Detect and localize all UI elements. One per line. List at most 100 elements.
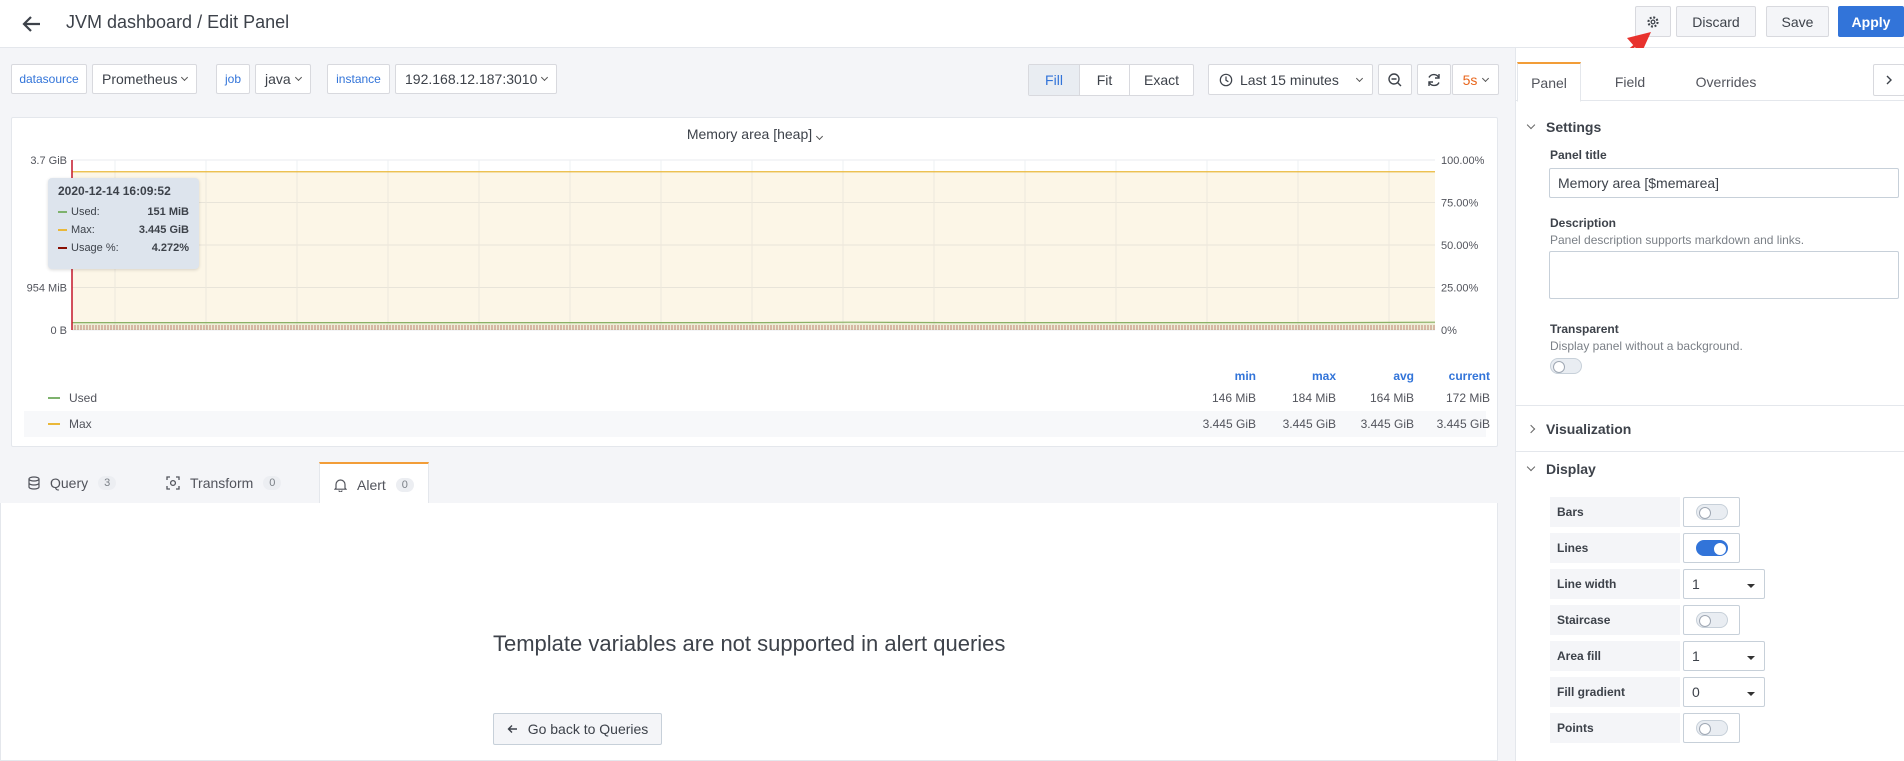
arrow-left-icon xyxy=(22,16,40,32)
fit-exact-button[interactable]: Exact xyxy=(1129,65,1193,95)
panel-title[interactable]: Memory area [heap] xyxy=(12,122,1497,146)
points-label: Points xyxy=(1550,713,1680,743)
arrow-left-icon xyxy=(507,725,517,733)
tooltip-series-name: Usage %: xyxy=(71,242,119,254)
visualization-heading: Visualization xyxy=(1546,421,1632,437)
tab-field[interactable]: Field xyxy=(1594,62,1666,101)
legend-value: 3.445 GiB xyxy=(1436,417,1490,431)
tab-overrides[interactable]: Overrides xyxy=(1676,62,1776,101)
refresh-button[interactable] xyxy=(1417,64,1451,95)
page-title: JVM dashboard / Edit Panel xyxy=(66,12,290,32)
editor-tabs: Query 3 Transform 0 Alert 0 xyxy=(0,462,1498,505)
y-axis-tick-label: 954 MiB xyxy=(27,283,67,295)
tab-panel[interactable]: Panel xyxy=(1517,62,1581,102)
legend-header-max[interactable]: max xyxy=(1266,369,1336,383)
refresh-interval-select[interactable]: 5s xyxy=(1452,64,1499,95)
chevron-down-icon xyxy=(181,73,189,82)
legend-header-avg[interactable]: avg xyxy=(1344,369,1414,383)
transparent-label: Transparent xyxy=(1550,322,1619,336)
bars-toggle[interactable] xyxy=(1696,504,1728,520)
fit-mode-group: Fill Fit Exact xyxy=(1028,64,1194,96)
memory-chart[interactable]: 0 B0%954 MiB25.00%1.950.00%2.875.00%3.7 … xyxy=(12,148,1499,338)
y-axis-right-tick-label: 100.00% xyxy=(1441,155,1485,167)
visualization-section-header[interactable]: Visualization xyxy=(1526,421,1632,437)
legend-value: 184 MiB xyxy=(1291,391,1336,405)
chevron-down-icon xyxy=(294,73,302,82)
staircase-toggle[interactable] xyxy=(1696,612,1728,628)
legend-header-current[interactable]: current xyxy=(1426,369,1490,383)
tab-query[interactable]: Query 3 xyxy=(14,462,130,504)
fit-fit-button[interactable]: Fit xyxy=(1079,65,1129,95)
area-fill-label: Area fill xyxy=(1550,641,1680,671)
staircase-label: Staircase xyxy=(1550,605,1680,635)
tooltip-series-name: Max: xyxy=(71,224,95,236)
transparent-toggle[interactable] xyxy=(1550,358,1582,374)
area-fill-select[interactable]: 1 xyxy=(1683,641,1765,671)
save-button[interactable]: Save xyxy=(1766,6,1829,37)
zoom-out-button[interactable] xyxy=(1378,64,1412,95)
tooltip-time: 2020-12-14 16:09:52 xyxy=(58,184,171,198)
points-toggle[interactable] xyxy=(1696,720,1728,736)
legend-value: 164 MiB xyxy=(1369,391,1414,405)
go-back-label: Go back to Queries xyxy=(527,721,649,737)
y-axis-right-tick-label: 0% xyxy=(1441,325,1457,337)
fit-fill-button[interactable]: Fill xyxy=(1029,65,1079,95)
alert-editor: Template variables are not supported in … xyxy=(0,503,1498,761)
legend-swatch xyxy=(58,247,67,250)
back-button[interactable] xyxy=(16,8,48,40)
y-axis-right-tick-label: 75.00% xyxy=(1441,198,1479,210)
caret-down-icon xyxy=(1747,692,1755,696)
discard-button[interactable]: Discard xyxy=(1676,6,1756,37)
lines-toggle[interactable] xyxy=(1696,540,1728,556)
tooltip-row: Usage %: 4.272% xyxy=(58,239,189,257)
legend-swatch[interactable] xyxy=(48,423,60,425)
apply-button[interactable]: Apply xyxy=(1838,6,1904,37)
fill-gradient-value: 0 xyxy=(1692,684,1700,700)
legend-header-min[interactable]: min xyxy=(1186,369,1256,383)
legend-swatch[interactable] xyxy=(48,397,60,399)
chevron-right-icon xyxy=(1526,424,1536,434)
tab-transform[interactable]: Transform 0 xyxy=(152,462,295,504)
tooltip-series-name: Used: xyxy=(71,206,100,218)
caret-down-icon xyxy=(1747,584,1755,588)
panel-title-input[interactable]: Memory area [$memarea] xyxy=(1549,168,1899,198)
chevron-right-icon xyxy=(1886,75,1892,85)
tab-label: Query xyxy=(50,475,89,491)
go-back-to-queries-button[interactable]: Go back to Queries xyxy=(493,713,662,745)
collapse-options-button[interactable] xyxy=(1873,64,1904,96)
time-range-picker[interactable]: Last 15 minutes xyxy=(1208,64,1373,95)
legend-series-name[interactable]: Used xyxy=(69,391,97,405)
instance-select[interactable]: 192.168.12.187:3010 xyxy=(395,64,558,94)
transform-icon xyxy=(166,476,180,490)
bars-label: Bars xyxy=(1550,497,1680,527)
description-textarea[interactable] xyxy=(1549,251,1899,299)
line-width-label: Line width xyxy=(1550,569,1680,599)
y-axis-tick-label: 3.7 GiB xyxy=(30,155,67,167)
job-select[interactable]: java xyxy=(255,64,311,94)
line-width-select[interactable]: 1 xyxy=(1683,569,1765,599)
legend-series-name[interactable]: Max xyxy=(69,417,92,431)
legend-value: 3.445 GiB xyxy=(1282,417,1336,431)
options-pane: Panel Field Overrides Settings Panel tit… xyxy=(1515,48,1904,761)
options-tabs: Panel Field Overrides xyxy=(1516,62,1904,102)
transparent-help: Display panel without a background. xyxy=(1550,339,1743,353)
gear-icon xyxy=(1647,15,1659,28)
tab-count-badge: 0 xyxy=(263,476,282,490)
legend-value: 172 MiB xyxy=(1445,391,1490,405)
panel-title-text: Memory area [heap] xyxy=(686,126,813,142)
tab-count-badge: 3 xyxy=(98,476,117,490)
display-section-header[interactable]: Display xyxy=(1526,461,1596,477)
sync-icon xyxy=(1428,73,1440,86)
legend-swatch xyxy=(58,229,67,232)
fill-gradient-select[interactable]: 0 xyxy=(1683,677,1765,707)
datasource-select[interactable]: Prometheus xyxy=(92,64,198,94)
panel-title-label: Panel title xyxy=(1550,148,1607,162)
instance-value: 192.168.12.187:3010 xyxy=(405,71,538,87)
job-value: java xyxy=(265,71,291,87)
legend-value: 3.445 GiB xyxy=(1360,417,1414,431)
alert-unsupported-message: Template variables are not supported in … xyxy=(493,631,1006,656)
tab-alert[interactable]: Alert 0 xyxy=(319,462,429,505)
bell-icon xyxy=(334,478,347,492)
refresh-interval-value: 5s xyxy=(1462,71,1478,88)
settings-section-header[interactable]: Settings xyxy=(1526,119,1601,135)
